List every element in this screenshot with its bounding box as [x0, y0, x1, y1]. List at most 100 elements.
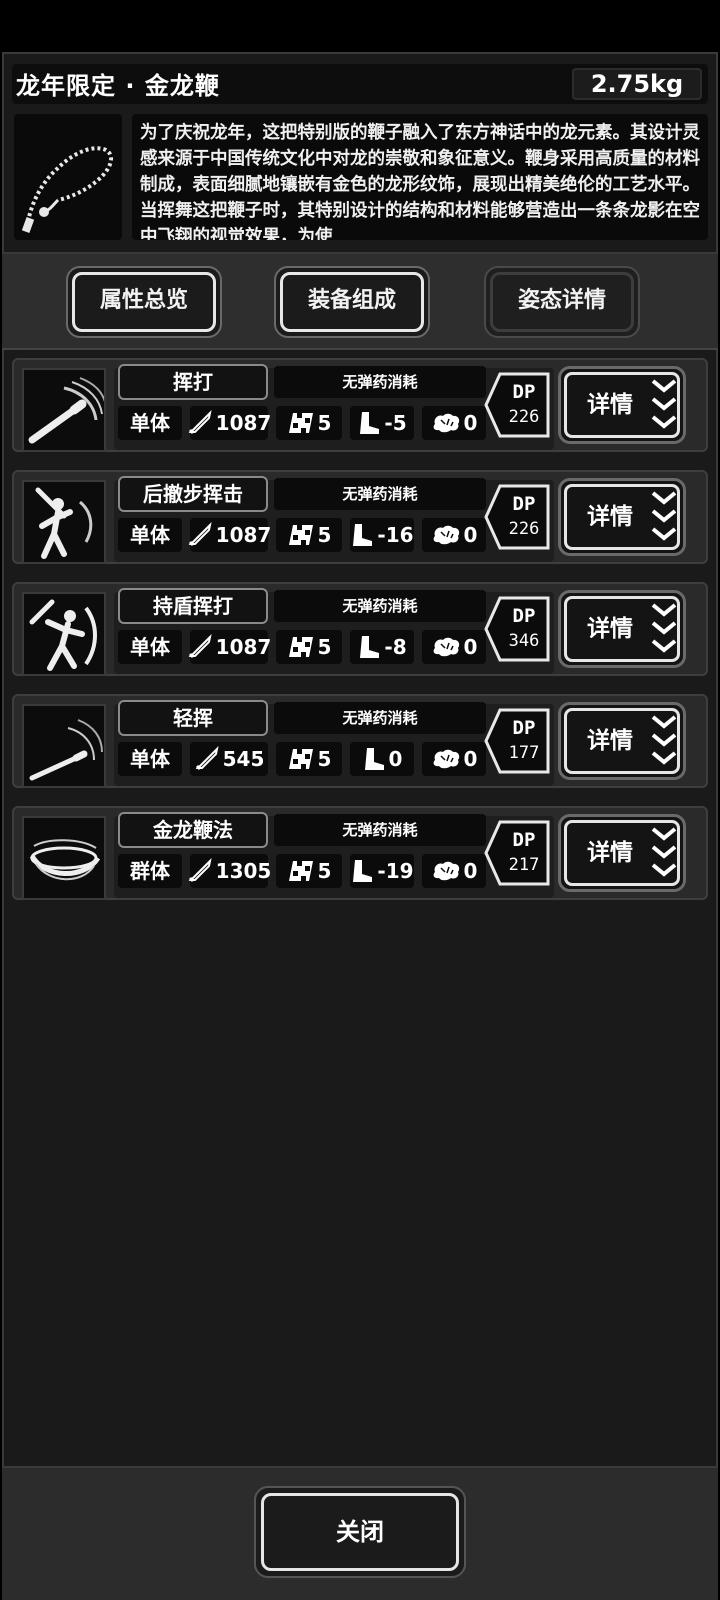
attack-value: 1087 [215, 635, 272, 659]
ammo-cost: 无弹药消耗 [274, 366, 486, 398]
speed-flag-icon [288, 861, 313, 881]
target-type: 单体 [118, 406, 182, 440]
detail-button[interactable]: 详情 [558, 814, 686, 892]
detail-button[interactable]: 详情 [558, 590, 686, 668]
sword-icon [188, 858, 212, 883]
mind-value: 0 [463, 523, 478, 547]
target-type-label: 群体 [130, 859, 170, 883]
move-value: -5 [384, 411, 407, 435]
chevron-down-icon [651, 379, 677, 429]
skill-icon-frame [22, 368, 107, 452]
boot-icon [353, 524, 373, 546]
swing-icon [28, 377, 107, 444]
close-button[interactable]: 关闭 [254, 1486, 466, 1578]
whip-image [14, 114, 122, 240]
ammo-cost: 无弹药消耗 [274, 814, 486, 846]
dp-label: DP [513, 381, 536, 403]
speed-flag-icon [288, 749, 313, 769]
chevron-down-icon [651, 491, 677, 541]
chevron-down-icon [651, 715, 677, 765]
speed-value: 5 [317, 411, 332, 435]
move-value: -19 [377, 859, 414, 883]
skill-row: 持盾挥打 无弹药消耗 单体 1087 5 -8 0 DP 346 详情 [12, 582, 708, 676]
attack-stat: 1087 [188, 406, 271, 440]
target-type-label: 单体 [130, 523, 170, 547]
speed-value: 5 [317, 747, 332, 771]
dp-badge: DP 177 [484, 706, 552, 776]
light-swing-icon [29, 719, 103, 781]
speed-value: 5 [317, 635, 332, 659]
weapon-title: 龙年限定 · 金龙鞭 [16, 72, 220, 100]
attack-value: 1087 [215, 523, 272, 547]
attack-stat: 545 [190, 742, 268, 776]
skill-row: 轻挥 无弹药消耗 单体 545 5 0 0 DP 177 详情 [12, 694, 708, 788]
skill-icon-frame [22, 592, 106, 676]
brain-icon [433, 525, 459, 545]
ammo-cost: 无弹药消耗 [274, 702, 486, 734]
detail-label: 详情 [587, 840, 633, 866]
attack-stat: 1305 [188, 854, 271, 888]
speed-stat: 5 [276, 406, 342, 440]
move-stat: 0 [350, 742, 414, 776]
mind-stat: 0 [422, 742, 486, 776]
skill-row: 后撤步挥击 无弹药消耗 单体 1087 5 -16 0 DP 226 详情 [12, 470, 708, 564]
skill-icon-frame [22, 816, 106, 900]
dp-badge-shape: DP 217 [484, 820, 550, 886]
dp-badge: DP 217 [484, 818, 552, 888]
tab-attributes[interactable]: 属性总览 [66, 266, 222, 338]
status-bar-area [0, 0, 720, 52]
speed-stat: 5 [276, 518, 342, 552]
dp-label: DP [513, 605, 536, 627]
dp-badge-shape: DP 346 [484, 596, 550, 662]
move-value: -16 [377, 523, 414, 547]
skill-name: 轻挥 [118, 700, 268, 736]
tab-stance-details[interactable]: 姿态详情 [484, 266, 640, 338]
mind-value: 0 [463, 635, 478, 659]
skill-name: 金龙鞭法 [118, 812, 268, 848]
dp-label: DP [513, 717, 536, 739]
dp-badge: DP 346 [484, 594, 552, 664]
detail-label: 详情 [587, 728, 633, 754]
dp-badge: DP 226 [484, 482, 552, 552]
dp-value: 226 [509, 519, 540, 539]
sword-icon [195, 746, 219, 771]
attack-stat: 1087 [188, 518, 271, 552]
move-stat: -19 [350, 854, 414, 888]
target-type-label: 单体 [130, 411, 170, 435]
sword-icon [188, 522, 212, 547]
sword-icon [188, 410, 212, 435]
target-type-label: 单体 [130, 747, 170, 771]
move-stat: -16 [350, 518, 414, 552]
dp-value: 217 [509, 855, 540, 875]
dragon-whip-art-icon [29, 839, 101, 881]
speed-flag-icon [288, 637, 313, 657]
detail-button[interactable]: 详情 [558, 478, 686, 556]
mind-stat: 0 [422, 518, 486, 552]
skill-icon-frame [22, 480, 106, 564]
dragon-whip-icon [21, 146, 114, 233]
detail-button[interactable]: 详情 [558, 702, 686, 780]
skill-row: 挥打 无弹药消耗 单体 1087 5 -5 0 DP 226 详情 [12, 358, 708, 452]
weapon-description[interactable]: 为了庆祝龙年，这把特别版的鞭子融入了东方神话中的龙元素。其设计灵感来源于中国传统… [132, 114, 708, 240]
speed-stat: 5 [276, 742, 342, 776]
tab-equipment[interactable]: 装备组成 [274, 266, 430, 338]
move-stat: -8 [350, 630, 414, 664]
speed-flag-icon [288, 525, 313, 545]
detail-button[interactable]: 详情 [558, 366, 686, 444]
move-value: -8 [384, 635, 407, 659]
detail-label: 详情 [587, 616, 633, 642]
divider [2, 348, 718, 350]
mind-value: 0 [463, 411, 478, 435]
skill-name: 后撤步挥击 [118, 476, 268, 512]
attack-stat: 1087 [188, 630, 271, 664]
target-type: 群体 [118, 854, 182, 888]
dp-badge-shape: DP 177 [484, 708, 550, 774]
move-stat: -5 [350, 406, 414, 440]
skill-name: 挥打 [118, 364, 268, 400]
brain-icon [433, 861, 459, 881]
speed-value: 5 [317, 859, 332, 883]
dp-badge-shape: DP 226 [484, 484, 550, 550]
mind-value: 0 [463, 747, 478, 771]
dp-value: 177 [509, 743, 540, 763]
target-type: 单体 [118, 630, 182, 664]
